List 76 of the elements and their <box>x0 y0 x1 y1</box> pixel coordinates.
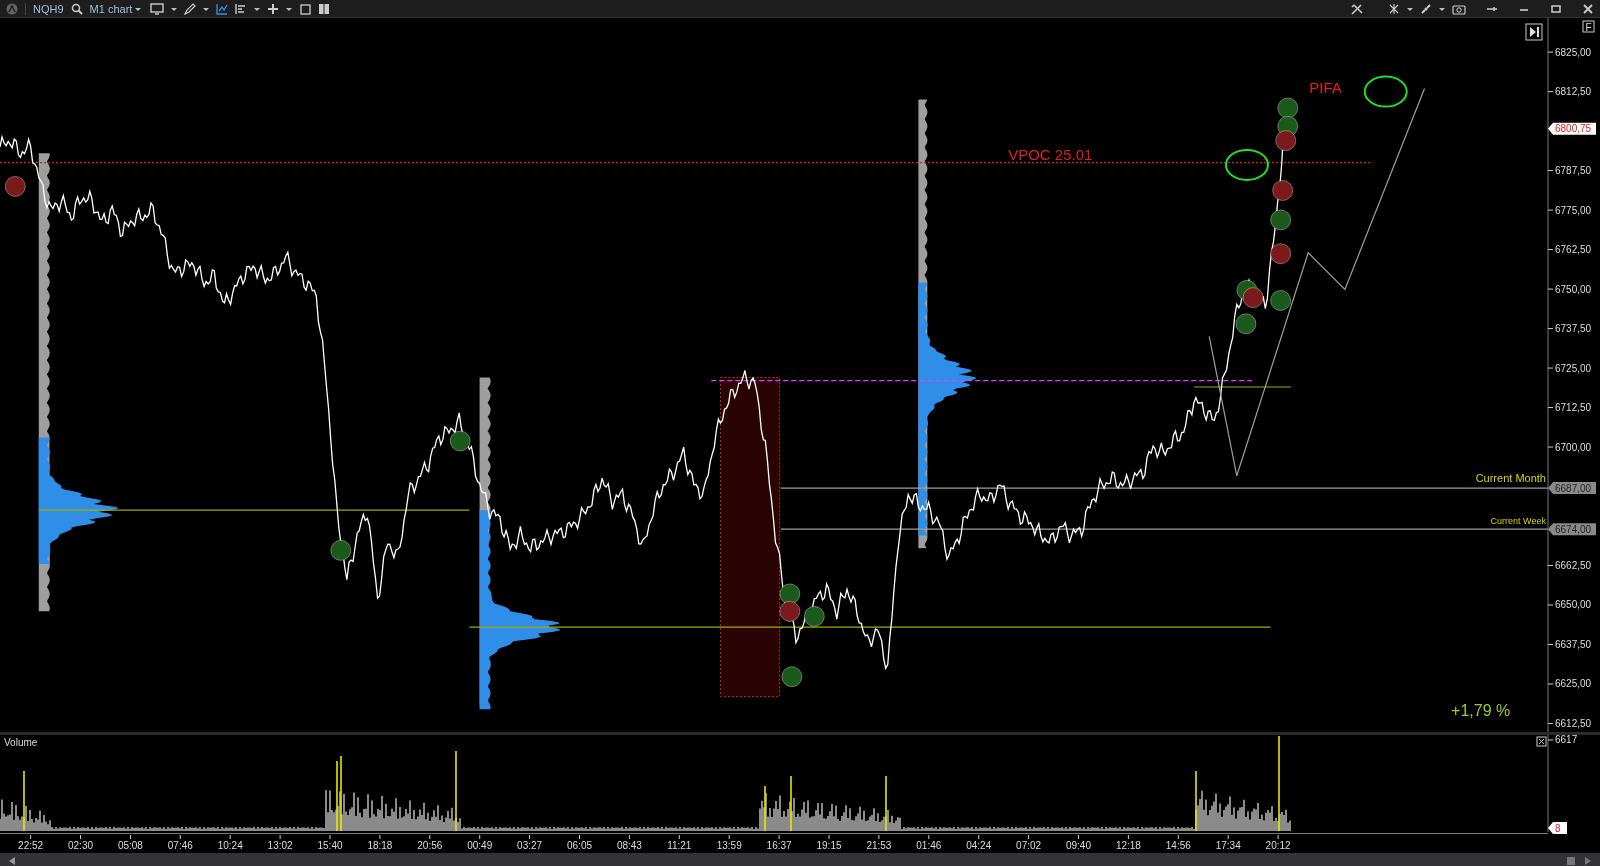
camera-icon[interactable] <box>1452 2 1466 15</box>
time-label: 10:24 <box>217 840 243 851</box>
price-tag: 6674,00 <box>1548 523 1596 536</box>
time-label: 11:21 <box>667 840 692 851</box>
plus-icon[interactable] <box>267 2 280 15</box>
axis-label: 6725,00 <box>1555 362 1592 374</box>
scroll-left-icon[interactable] <box>8 855 16 866</box>
price-tag: 8 <box>1548 822 1567 834</box>
link-icon[interactable] <box>1420 2 1432 15</box>
time-label: 08:43 <box>616 840 642 851</box>
app-logo-icon[interactable] <box>6 2 18 15</box>
level-label: Current Week <box>1490 516 1546 527</box>
axis-label: 6700,00 <box>1555 441 1592 453</box>
pencil-icon[interactable] <box>184 2 197 15</box>
time-label: 20:12 <box>1265 840 1291 851</box>
close-pane-icon[interactable] <box>1536 736 1547 747</box>
ellipse-marker <box>1363 75 1408 108</box>
axis-label: 6617 <box>1555 735 1578 745</box>
time-label: 14:56 <box>1165 840 1191 851</box>
time-label: 12:18 <box>1115 840 1141 851</box>
price-tag: 6687,00 <box>1548 482 1596 495</box>
chart-menu[interactable]: M1 chart <box>89 2 144 15</box>
panel-icon[interactable] <box>318 2 331 15</box>
time-label: 13:59 <box>716 840 742 851</box>
monitor-icon[interactable] <box>150 2 165 15</box>
axis-label: 6750,00 <box>1555 283 1592 295</box>
axis-label: 6825,00 <box>1555 46 1592 58</box>
time-label: 02:30 <box>68 840 94 851</box>
axis-label: 6637,50 <box>1555 639 1592 650</box>
time-label: 03:27 <box>517 840 543 851</box>
time-label: 05:08 <box>117 840 143 851</box>
ellipse-marker <box>1224 148 1269 181</box>
axis-label: 6625,00 <box>1555 678 1592 690</box>
axis-button[interactable]: F <box>1582 20 1595 33</box>
level-label: Current Month <box>1475 471 1546 484</box>
time-label: 07:46 <box>167 840 193 851</box>
axis-label: 6775,00 <box>1555 204 1592 216</box>
axis-label: 6762,50 <box>1555 244 1592 256</box>
close-icon[interactable] <box>1582 2 1594 15</box>
time-label: 01:46 <box>916 840 942 851</box>
axis-label: 6787,50 <box>1555 165 1592 177</box>
time-label: 19:15 <box>816 840 842 851</box>
time-label: 20:56 <box>417 840 443 851</box>
crosshair-icon[interactable] <box>1388 2 1400 15</box>
symbol-label[interactable]: NQH9 <box>33 2 64 15</box>
vpoc-label: VPOC 25.01 <box>1008 145 1093 163</box>
change-label: +1,79 % <box>1451 701 1511 719</box>
price-tag: 6800,75 <box>1548 122 1596 135</box>
time-label: 06:05 <box>567 840 592 851</box>
axis-label: 6712,50 <box>1555 402 1592 414</box>
pifa-label: PIFA <box>1309 79 1342 97</box>
time-label: 13:02 <box>267 840 293 851</box>
axis-label: 6737,50 <box>1555 323 1592 335</box>
line-chart-icon[interactable] <box>216 2 229 15</box>
restore-icon[interactable] <box>1550 2 1562 15</box>
axis-label: 6812,50 <box>1555 86 1592 98</box>
play-icon[interactable] <box>1584 855 1592 866</box>
volume-pane-title: Volume <box>4 737 38 748</box>
align-icon[interactable] <box>235 2 248 15</box>
axis-label: 6650,00 <box>1555 599 1592 611</box>
stop-icon[interactable] <box>1566 855 1576 866</box>
axis-label: 6662,50 <box>1555 560 1592 571</box>
scroll-to-end-icon[interactable] <box>1525 23 1543 41</box>
time-label: 04:24 <box>966 840 992 851</box>
time-label: 16:37 <box>766 840 792 851</box>
time-label: 18:18 <box>367 840 393 851</box>
time-label: 17:34 <box>1215 840 1241 851</box>
time-label: 21:53 <box>866 840 892 851</box>
time-label: 09:40 <box>1066 840 1091 851</box>
search-icon[interactable] <box>70 2 83 15</box>
window-icon[interactable] <box>299 2 312 15</box>
axis-label: 6612,50 <box>1555 717 1592 729</box>
time-label: 15:40 <box>317 840 343 851</box>
time-label: 07:02 <box>1016 840 1042 851</box>
time-label: 22:52 <box>18 840 44 851</box>
time-label: 00:49 <box>467 840 493 851</box>
